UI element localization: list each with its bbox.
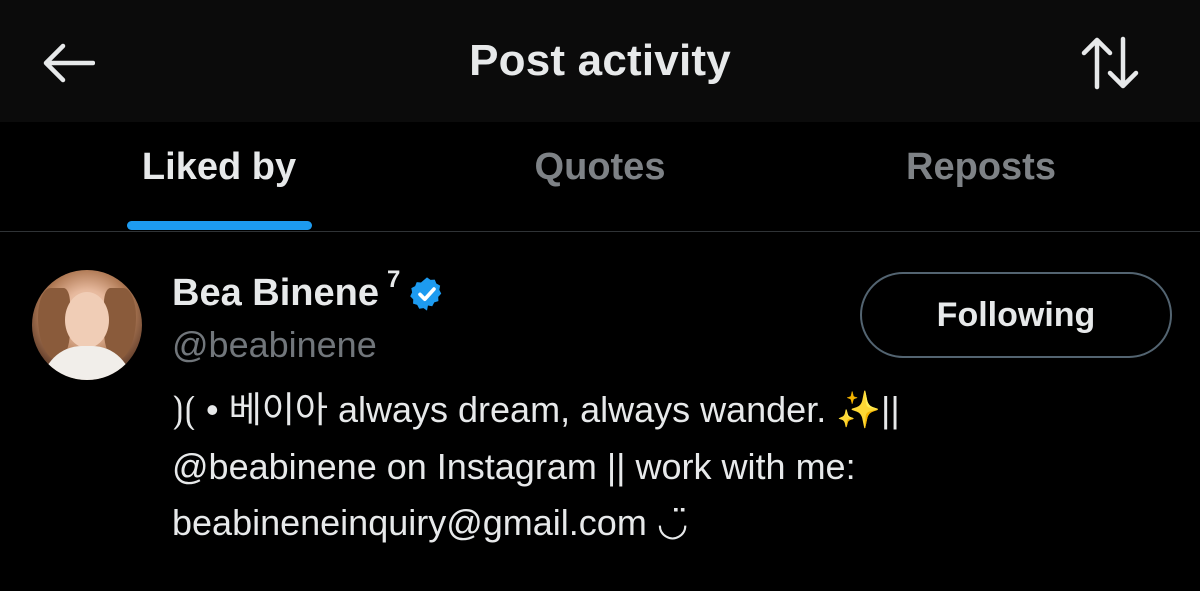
bio-bullet: • <box>206 389 219 430</box>
tab-quotes[interactable]: Quotes <box>470 146 730 232</box>
name-suffix: 7 <box>386 265 401 293</box>
tab-label: Liked by <box>141 146 297 188</box>
bio-line-3: beabineneinquiry@gmail.com ◡̈ <box>172 495 1052 552</box>
tab-label: Reposts <box>906 146 1056 188</box>
user-bio: ⟯⟮ • 베이아 always dream, always wander. ✨|… <box>172 382 1052 552</box>
bio-separator: || <box>881 389 900 430</box>
sort-button[interactable] <box>1075 34 1145 92</box>
activity-tabs: Liked by Quotes Reposts <box>0 122 1200 232</box>
bio-text: 베이아 always dream, always wander. <box>228 389 827 430</box>
tab-liked-by[interactable]: Liked by <box>90 146 348 232</box>
sparkles-icon: ✨ <box>836 390 882 431</box>
bio-email: beabineneinquiry@gmail.com <box>172 502 647 543</box>
tab-label: Quotes <box>534 146 666 188</box>
avatar[interactable] <box>32 270 142 380</box>
tab-reposts[interactable]: Reposts <box>850 146 1112 232</box>
verified-badge-icon <box>410 276 442 311</box>
page-title: Post activity <box>469 36 731 85</box>
bio-symbol: ⟯⟮ <box>172 390 196 431</box>
user-name[interactable]: Bea Binene <box>172 272 379 315</box>
user-handle[interactable]: @beabinene <box>172 324 377 366</box>
top-bar: Post activity <box>0 0 1200 122</box>
sort-arrows-icon <box>1081 36 1139 90</box>
user-list-item[interactable]: Bea Binene 7 @beabinene Following ⟯⟮ • 베… <box>0 232 1200 591</box>
user-name-line: Bea Binene 7 <box>172 266 446 315</box>
active-tab-indicator <box>127 221 312 230</box>
following-button[interactable]: Following <box>860 272 1172 358</box>
bio-line-1: ⟯⟮ • 베이아 always dream, always wander. ✨|… <box>172 382 1052 439</box>
smile-icon: ◡̈ <box>656 503 689 544</box>
bio-line-2: @beabinene on Instagram || work with me: <box>172 446 856 487</box>
